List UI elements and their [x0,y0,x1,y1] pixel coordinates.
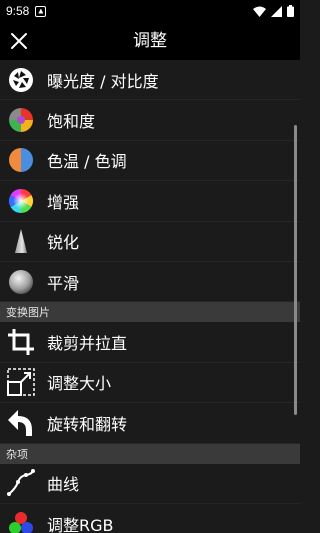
menu-item-label: 裁剪并拉直 [47,334,128,354]
menu-item-label: 旋转和翻转 [47,414,128,434]
menu-item-label: 锐化 [47,233,80,253]
notification-icon [35,5,47,17]
menu-item-smooth[interactable]: 平滑 [0,262,300,303]
menu-item-enhance[interactable]: 增强 [0,181,300,222]
rgb-circles-icon [6,509,36,533]
menu-item-rotate-flip[interactable]: 旋转和翻转 [0,403,300,444]
sphere-icon [6,267,36,297]
adjust-list: 曝光度 / 对比度 饱和度 色温 / 色调 增强 锐化 平滑 变换图片 裁剪并拉… [0,60,300,533]
menu-item-crop-straighten[interactable]: 裁剪并拉直 [0,322,300,363]
close-icon [11,33,27,49]
page-title: 调整 [133,31,167,51]
warm-cool-circle-icon [6,145,36,175]
menu-item-label: 饱和度 [47,112,96,132]
menu-item-label: 调整大小 [47,374,112,394]
status-time: 9:58 [6,4,30,18]
rainbow-circle-icon [6,186,36,216]
menu-item-exposure-contrast[interactable]: 曝光度 / 对比度 [0,60,300,101]
menu-item-label: 调整RGB [47,515,114,533]
menu-item-sharpen[interactable]: 锐化 [0,222,300,262]
status-bar: 9:58 [0,0,300,22]
close-button[interactable] [6,28,32,54]
section-header-transform: 变换图片 [0,302,300,323]
menu-item-label: 曲线 [47,475,80,495]
resize-icon [6,367,36,397]
battery-icon [287,5,294,17]
color-wheel-icon [6,105,36,135]
wifi-icon [253,6,266,17]
curve-icon [6,468,36,498]
menu-item-label: 曝光度 / 对比度 [47,71,159,91]
rotate-icon [6,408,36,438]
app-bar: 调整 [0,22,300,60]
menu-item-adjust-rgb[interactable]: 调整RGB [0,504,300,533]
menu-item-label: 增强 [47,192,80,212]
scrollbar[interactable] [294,125,297,415]
menu-item-temperature-tint[interactable]: 色温 / 色调 [0,141,300,182]
signal-icon [271,5,282,17]
menu-item-resize[interactable]: 调整大小 [0,363,300,404]
menu-item-curves[interactable]: 曲线 [0,464,300,504]
aperture-icon [6,65,36,95]
menu-item-label: 平滑 [47,273,80,293]
status-icons [253,5,294,17]
menu-item-saturation[interactable]: 饱和度 [0,100,300,141]
cone-icon [6,226,36,256]
crop-icon [6,327,36,357]
section-header-misc: 杂项 [0,443,300,464]
menu-item-label: 色温 / 色调 [47,152,127,172]
